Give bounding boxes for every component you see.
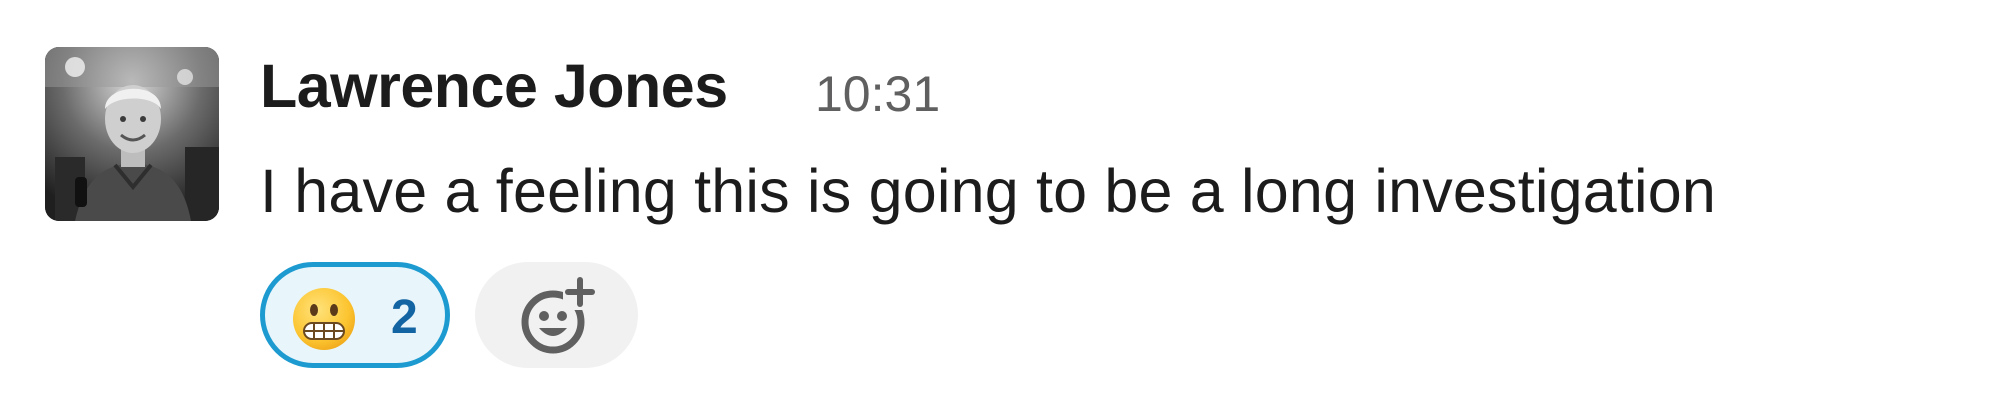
sender-name[interactable]: Lawrence Jones bbox=[260, 46, 728, 126]
message-timestamp[interactable]: 10:31 bbox=[815, 54, 940, 134]
reaction-pill[interactable]: 2 bbox=[260, 262, 450, 368]
avatar-photo bbox=[45, 47, 219, 221]
message-text: I have a feeling this is going to be a l… bbox=[260, 157, 1717, 225]
add-reaction-icon bbox=[521, 276, 597, 354]
avatar[interactable] bbox=[45, 47, 219, 221]
grimacing-face-icon bbox=[293, 288, 355, 350]
add-reaction-button[interactable] bbox=[475, 262, 638, 368]
reaction-count: 2 bbox=[391, 291, 418, 344]
message-row: Lawrence Jones 10:31 I have a feeling th… bbox=[0, 0, 2000, 415]
